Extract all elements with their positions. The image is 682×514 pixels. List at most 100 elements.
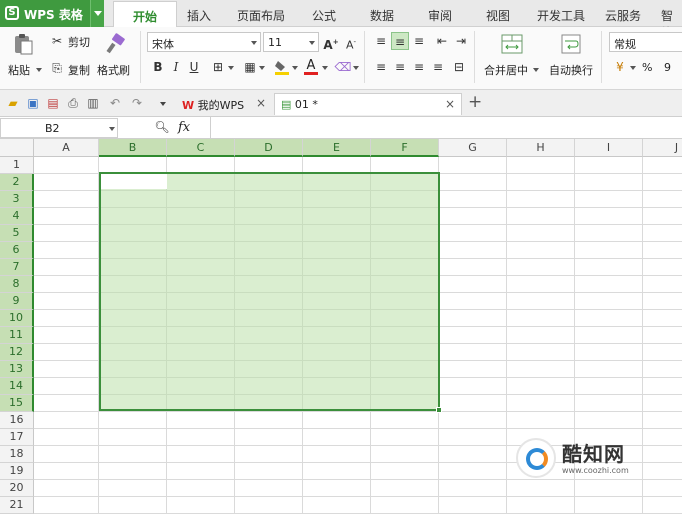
row-header-7[interactable]: 7	[0, 259, 34, 276]
row-header-2[interactable]: 2	[0, 174, 34, 191]
new-tab-button[interactable]: +	[468, 92, 482, 112]
export-pdf-icon[interactable]: ▤	[44, 94, 62, 112]
row-header-9[interactable]: 9	[0, 293, 34, 310]
copy-icon[interactable]: ⎘	[48, 59, 66, 77]
row-header-18[interactable]: 18	[0, 446, 34, 463]
italic-icon[interactable]: I	[167, 58, 185, 76]
tab-home[interactable]: 开始	[113, 1, 177, 28]
wrap-text-icon[interactable]	[560, 32, 582, 56]
borders-dropdown-icon[interactable]	[228, 66, 234, 70]
distributed-icon[interactable]: ⊟	[450, 58, 468, 76]
align-middle-icon[interactable]: ≡	[391, 32, 409, 50]
open-folder-icon[interactable]: ▰	[4, 94, 22, 112]
bold-icon[interactable]: B	[149, 58, 167, 76]
close-icon[interactable]: ×	[256, 96, 266, 110]
select-all-corner[interactable]	[0, 139, 34, 157]
fill-color-icon[interactable]	[273, 58, 291, 76]
print-preview-icon[interactable]: ▥	[84, 94, 102, 112]
active-cell[interactable]	[101, 174, 167, 189]
row-header-10[interactable]: 10	[0, 310, 34, 327]
undo-icon[interactable]: ↶	[106, 94, 124, 112]
column-header-c[interactable]: C	[167, 139, 235, 157]
spreadsheet-grid[interactable]: ABCDEFGHIJ 1 2 3 4 5 6 7 8 9 10 11 12 13 14 15 16 17 18 19…	[0, 139, 682, 514]
format-painter-icon[interactable]	[104, 33, 126, 55]
copy-button[interactable]: 复制	[68, 62, 90, 78]
customize-dropdown-icon[interactable]	[160, 102, 166, 106]
row-header-5[interactable]: 5	[0, 225, 34, 242]
row-header-15[interactable]: 15	[0, 395, 34, 412]
increase-font-icon[interactable]: A+	[322, 33, 340, 52]
merge-center-button[interactable]: 合并居中	[484, 62, 528, 78]
zoom-formula-icon[interactable]: 🔍︎	[153, 118, 171, 136]
row-header-12[interactable]: 12	[0, 344, 34, 361]
tab-cloud[interactable]: 云服务	[605, 7, 641, 24]
row-header-11[interactable]: 11	[0, 327, 34, 344]
column-header-h[interactable]: H	[507, 139, 575, 157]
row-header-4[interactable]: 4	[0, 208, 34, 225]
merge-center-icon[interactable]	[500, 32, 524, 56]
redo-icon[interactable]: ↷	[128, 94, 146, 112]
currency-dropdown-icon[interactable]	[630, 66, 636, 70]
row-header-6[interactable]: 6	[0, 242, 34, 259]
close-icon[interactable]: ×	[445, 97, 455, 111]
align-left-icon[interactable]: ≡	[372, 58, 390, 76]
tab-insert[interactable]: 插入	[187, 7, 211, 24]
doc-tab-my-wps[interactable]: W 我的WPS ×	[176, 93, 272, 115]
column-header-j[interactable]: J	[643, 139, 682, 157]
doc-tab-01[interactable]: ▤ 01 * ×	[274, 93, 462, 115]
row-header-13[interactable]: 13	[0, 361, 34, 378]
align-center-icon[interactable]: ≡	[391, 58, 409, 76]
decrease-font-icon[interactable]: A-	[342, 33, 360, 52]
row-header-16[interactable]: 16	[0, 412, 34, 429]
font-color-icon[interactable]: A	[302, 58, 320, 76]
clear-format-icon[interactable]: ⌫	[334, 58, 352, 76]
number-format-select[interactable]: 常规	[609, 32, 682, 52]
merge-dropdown-icon[interactable]	[533, 68, 539, 72]
tab-developer[interactable]: 开发工具	[537, 7, 585, 24]
row-header-17[interactable]: 17	[0, 429, 34, 446]
insert-function-button[interactable]: fx	[178, 120, 190, 135]
clear-format-dropdown-icon[interactable]	[353, 66, 359, 70]
tab-view[interactable]: 视图	[486, 7, 510, 24]
wps-app-button[interactable]: S WPS 表格	[0, 0, 104, 27]
decrease-indent-icon[interactable]: ⇤	[433, 32, 451, 50]
tab-formulas[interactable]: 公式	[312, 7, 336, 24]
save-icon[interactable]: ▣	[24, 94, 42, 112]
comma-style-button[interactable]: 9	[664, 61, 671, 74]
column-header-d[interactable]: D	[235, 139, 303, 157]
tab-data[interactable]: 数据	[370, 7, 394, 24]
align-bottom-icon[interactable]: ≡	[410, 32, 428, 50]
format-painter-button[interactable]: 格式刷	[97, 62, 130, 78]
currency-icon[interactable]: ¥	[611, 58, 629, 76]
wrap-text-button[interactable]: 自动换行	[549, 62, 593, 78]
row-header-21[interactable]: 21	[0, 497, 34, 514]
font-name-select[interactable]: 宋体	[147, 32, 261, 52]
justify-icon[interactable]: ≡	[429, 58, 447, 76]
row-header-14[interactable]: 14	[0, 378, 34, 395]
row-header-1[interactable]: 1	[0, 157, 34, 174]
column-header-i[interactable]: I	[575, 139, 643, 157]
paste-button[interactable]: 粘贴	[8, 62, 30, 78]
underline-icon[interactable]: U	[185, 58, 203, 76]
formula-input[interactable]	[210, 117, 682, 138]
row-header-8[interactable]: 8	[0, 276, 34, 293]
row-header-3[interactable]: 3	[0, 191, 34, 208]
cell-style-dropdown-icon[interactable]	[259, 66, 265, 70]
cell-selection[interactable]	[99, 172, 440, 411]
column-header-a[interactable]: A	[34, 139, 99, 157]
column-header-g[interactable]: G	[439, 139, 507, 157]
align-top-icon[interactable]: ≡	[372, 32, 390, 50]
fill-handle[interactable]	[436, 407, 442, 413]
cut-button[interactable]: 剪切	[68, 34, 90, 50]
scissors-icon[interactable]: ✂	[48, 32, 66, 50]
tab-page-layout[interactable]: 页面布局	[237, 7, 285, 24]
align-right-icon[interactable]: ≡	[410, 58, 428, 76]
paste-dropdown-icon[interactable]	[36, 68, 42, 72]
borders-icon[interactable]: ⊞	[209, 58, 227, 76]
increase-indent-icon[interactable]: ⇥	[452, 32, 470, 50]
font-color-dropdown-icon[interactable]	[322, 66, 328, 70]
app-menu-dropdown[interactable]	[90, 0, 104, 27]
print-icon[interactable]: ⎙	[64, 94, 82, 112]
column-header-f[interactable]: F	[371, 139, 439, 157]
font-size-select[interactable]: 11	[263, 32, 319, 52]
